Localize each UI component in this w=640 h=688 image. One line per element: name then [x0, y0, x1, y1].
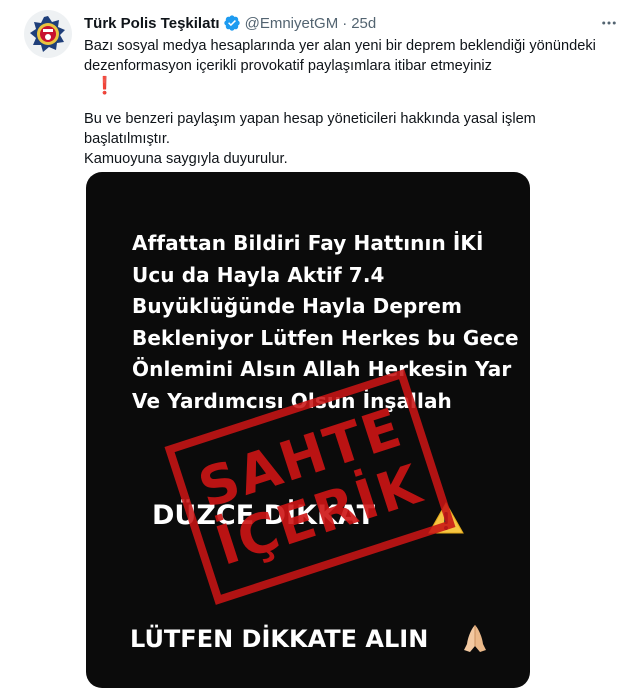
- media-line: Affattan Bildiri Fay Hattının İKİ: [132, 231, 484, 255]
- handle[interactable]: @EmniyetGM: [245, 15, 339, 32]
- more-options-icon[interactable]: [598, 12, 620, 34]
- tweet-text-line-2: Bu ve benzeri paylaşım yapan hesap yönet…: [84, 111, 536, 147]
- tweet[interactable]: Türk Polis Teşkilatı @EmniyetGM · 25d Ba…: [0, 0, 640, 688]
- separator: ·: [342, 14, 348, 32]
- tweet-header: Türk Polis Teşkilatı @EmniyetGM · 25d: [84, 12, 620, 34]
- tweet-media-image[interactable]: Affattan Bildiri Fay Hattının İKİ Ucu da…: [86, 172, 530, 688]
- avatar[interactable]: [24, 10, 72, 58]
- attention-text: LÜTFEN DİKKATE ALIN: [130, 625, 429, 653]
- media-line: Önlemini Alsın Allah Herkesin Yar: [132, 357, 512, 381]
- timestamp[interactable]: 25d: [351, 15, 376, 32]
- media-line: Bekleniyor Lütfen Herkes bu Gece: [132, 325, 519, 350]
- verified-badge-icon: [223, 15, 240, 31]
- police-badge-icon: [30, 16, 65, 52]
- exclamation-icon: ❗: [94, 76, 116, 95]
- praying-hands-icon: [464, 625, 486, 652]
- tweet-text-line-1: Bazı sosyal medya hesaplarında yer alan …: [84, 38, 596, 74]
- tweet-text: Bazı sosyal medya hesaplarında yer alan …: [84, 36, 604, 169]
- media-line: Ucu da Hayla Aktif 7.4: [132, 262, 385, 287]
- display-name[interactable]: Türk Polis Teşkilatı: [84, 15, 220, 32]
- tweet-text-line-3: Kamuoyuna saygıyla duyurulur.: [84, 151, 288, 167]
- media-line: Buyüklüğünde Hayla Deprem: [132, 294, 463, 318]
- media-message: Affattan Bildiri Fay Hattının İKİ Ucu da…: [132, 228, 522, 417]
